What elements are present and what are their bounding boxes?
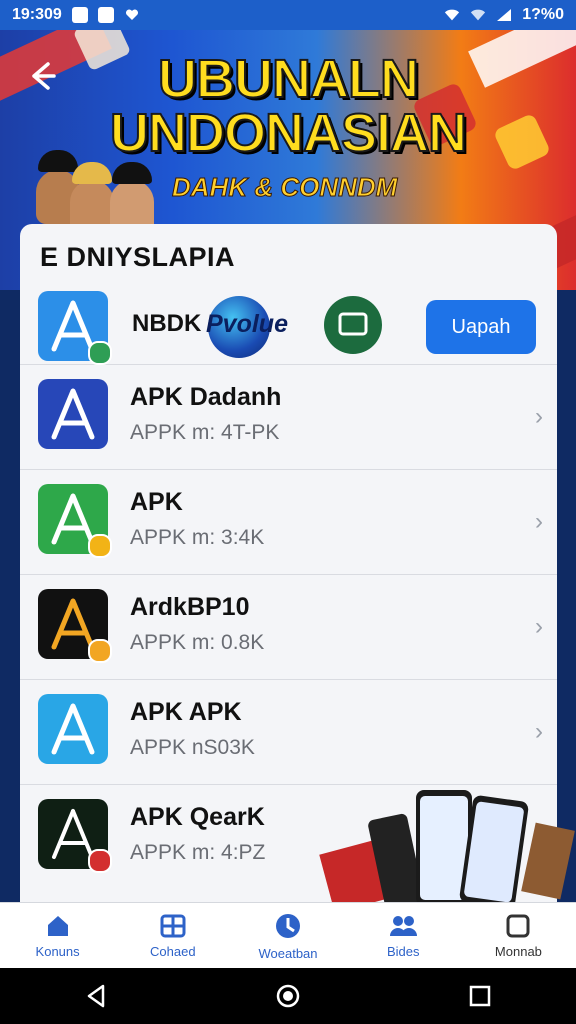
- list-item[interactable]: ArdkBP10 APPK m: 0.8K ›: [20, 575, 557, 680]
- featured-app-icon: [38, 291, 112, 365]
- status-bar: 19:309 1?%0: [0, 0, 576, 30]
- partner-logo: [324, 296, 382, 354]
- nav-label: Konuns: [35, 943, 80, 959]
- status-time: 19:309: [12, 6, 62, 23]
- chevron-right-icon: ›: [535, 613, 543, 640]
- cell-signal-icon: [496, 7, 512, 23]
- status-left: 19:309: [12, 6, 140, 24]
- chevron-right-icon: ›: [535, 403, 543, 430]
- verified-badge-icon: [88, 341, 112, 365]
- home-circle-icon[interactable]: [275, 983, 301, 1009]
- chevron-right-icon: ›: [535, 718, 543, 745]
- list-item[interactable]: APK APK APPK nS03K ›: [20, 680, 557, 785]
- app-icon: [38, 589, 112, 663]
- list-item[interactable]: APK APPK m: 3:4K ›: [20, 470, 557, 575]
- compass-icon: [276, 913, 300, 938]
- nav-compass[interactable]: Woeatban: [230, 903, 345, 969]
- nav-label: Bides: [386, 943, 420, 959]
- card-title: E DNIYSLAPIA: [40, 242, 236, 272]
- item-title: APK QearK: [130, 803, 265, 831]
- app-notification-icon: [97, 7, 114, 23]
- system-navigation-bar: [0, 968, 576, 1024]
- badge-icon: [88, 639, 112, 663]
- item-subtitle: APPK m: 3:4K: [130, 526, 265, 549]
- status-right: 1?%0: [444, 6, 564, 24]
- grid-icon: [160, 914, 186, 937]
- app-icon: [38, 799, 112, 873]
- gallery-notification-icon: [71, 7, 88, 23]
- nav-square[interactable]: Monnab: [461, 903, 576, 969]
- app-icon: [38, 484, 112, 558]
- item-title: ArdkBP10: [130, 593, 250, 621]
- nav-label: Monnab: [494, 943, 542, 959]
- signal-wifi-icon: [470, 7, 486, 23]
- bottom-navigation: Konuns Cohaed Woeatban Bides Monnab: [0, 902, 576, 969]
- recents-square-icon[interactable]: [467, 983, 493, 1009]
- item-subtitle: APPK m: 4:PZ: [130, 841, 266, 864]
- featured-app-row[interactable]: NBDK Pvolue Uapah: [20, 288, 557, 365]
- people-icon: [390, 915, 418, 936]
- update-button[interactable]: Uapah: [426, 300, 536, 354]
- square-icon: [506, 914, 530, 937]
- home-icon: [47, 915, 68, 936]
- badge-icon: [88, 534, 112, 558]
- hero-subtitle: DAHK & CONNDM: [171, 172, 398, 203]
- nav-home[interactable]: Konuns: [0, 903, 115, 969]
- brand-text: Pvolue: [206, 310, 288, 338]
- app-icon: [38, 379, 108, 449]
- hero-title-line2: UNDONASIAN: [109, 102, 468, 164]
- phones-illustration: [316, 786, 576, 913]
- nav-label: Woeatban: [258, 945, 318, 961]
- nav-grid[interactable]: Cohaed: [115, 903, 230, 969]
- battery-level: 1?%0: [522, 6, 564, 23]
- nav-people[interactable]: Bides: [346, 903, 461, 969]
- item-title: APK: [130, 488, 183, 516]
- item-title: APK APK: [130, 698, 242, 726]
- nav-label: Cohaed: [150, 943, 196, 959]
- wifi-icon: [444, 7, 460, 23]
- featured-app-label: NBDK: [132, 310, 202, 337]
- person-hat: [112, 162, 152, 184]
- badge-icon: [88, 849, 112, 873]
- item-title: APK Dadanh: [130, 383, 282, 411]
- chevron-right-icon: ›: [535, 508, 543, 535]
- hero-title-line1: UBUNALN: [157, 48, 420, 110]
- list-item[interactable]: APK Dadanh APPK m: 4T-PK ›: [20, 365, 557, 470]
- item-subtitle: APPK m: 4T-PK: [130, 421, 280, 444]
- heart-icon: [124, 7, 140, 23]
- item-subtitle: APPK nS03K: [130, 736, 255, 759]
- back-triangle-icon[interactable]: [83, 983, 109, 1009]
- item-subtitle: APPK m: 0.8K: [130, 631, 265, 654]
- app-icon: [38, 694, 108, 764]
- person-hat: [72, 162, 112, 184]
